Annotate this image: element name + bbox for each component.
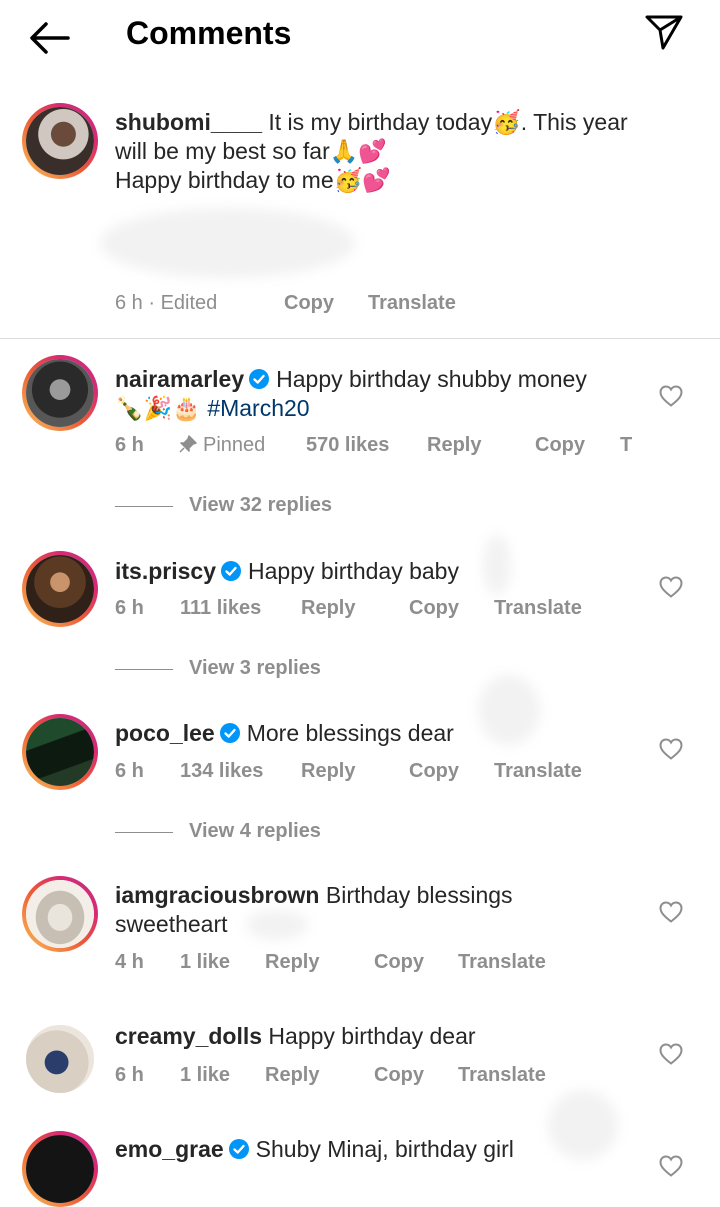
timestamp: 6 h xyxy=(115,1064,144,1086)
likes-count[interactable]: 1 like xyxy=(180,1064,230,1087)
avatar[interactable] xyxy=(22,551,98,627)
timestamp: 4 h xyxy=(115,951,144,973)
avatar[interactable] xyxy=(22,876,98,952)
avatar[interactable] xyxy=(22,103,98,179)
verified-badge-icon xyxy=(249,369,270,389)
copy-button[interactable]: Copy xyxy=(409,760,459,783)
blurred-region xyxy=(548,1090,618,1160)
username[interactable]: poco_lee xyxy=(115,720,215,746)
comment-text: creamy_dolls Happy birthday dear xyxy=(115,1023,476,1049)
translate-button[interactable]: T xyxy=(620,434,632,457)
heart-icon[interactable] xyxy=(659,576,683,598)
likes-count[interactable]: 570 likes xyxy=(306,434,389,457)
timestamp: 6 h · Edited xyxy=(115,292,218,314)
page-title: Comments xyxy=(126,15,292,51)
copy-button[interactable]: Copy xyxy=(284,292,334,315)
reply-button[interactable]: Reply xyxy=(265,1064,319,1087)
back-arrow-icon[interactable] xyxy=(28,20,70,56)
blurred-region xyxy=(483,535,511,595)
comment-text: poco_lee More blessings dear xyxy=(115,720,454,746)
copy-button[interactable]: Copy xyxy=(535,434,585,457)
timestamp: 6 h xyxy=(115,434,144,456)
likes-count[interactable]: 111 likes xyxy=(180,597,261,620)
avatar[interactable] xyxy=(26,1025,94,1093)
reply-button[interactable]: Reply xyxy=(427,434,481,457)
caption-text: shubomi____ It is my birthday today🥳. Th… xyxy=(115,109,628,193)
timestamp: 6 h xyxy=(115,597,144,619)
comment-text: nairamarley Happy birthday shubby money 🍾… xyxy=(115,366,587,421)
verified-badge-icon xyxy=(219,723,240,743)
comment-text: its.priscy Happy birthday baby xyxy=(115,558,459,584)
avatar[interactable] xyxy=(22,355,98,431)
username[interactable]: iamgraciousbrown xyxy=(115,882,319,908)
heart-icon[interactable] xyxy=(659,1043,683,1065)
heart-icon[interactable] xyxy=(659,1155,683,1177)
reply-button[interactable]: Reply xyxy=(265,951,319,974)
timestamp: 6 h xyxy=(115,760,144,782)
username[interactable]: emo_grae xyxy=(115,1136,224,1162)
translate-button[interactable]: Translate xyxy=(458,951,546,974)
translate-button[interactable]: Translate xyxy=(494,597,582,620)
reply-button[interactable]: Reply xyxy=(301,760,355,783)
heart-icon[interactable] xyxy=(659,738,683,760)
send-icon[interactable] xyxy=(644,13,684,53)
divider xyxy=(0,338,720,339)
avatar[interactable] xyxy=(22,1131,98,1207)
username[interactable]: its.priscy xyxy=(115,558,216,584)
username[interactable]: creamy_dolls xyxy=(115,1023,262,1049)
header-bar: Comments xyxy=(0,0,720,72)
copy-button[interactable]: Copy xyxy=(374,1064,424,1087)
heart-icon[interactable] xyxy=(659,385,683,407)
translate-button[interactable]: Translate xyxy=(458,1064,546,1087)
reply-button[interactable]: Reply xyxy=(301,597,355,620)
hashtag-link[interactable]: #March20 xyxy=(207,395,309,421)
translate-button[interactable]: Translate xyxy=(494,760,582,783)
username[interactable]: nairamarley xyxy=(115,366,244,392)
copy-button[interactable]: Copy xyxy=(374,951,424,974)
likes-count[interactable]: 1 like xyxy=(180,951,230,974)
blurred-region xyxy=(246,910,308,940)
avatar[interactable] xyxy=(22,714,98,790)
translate-button[interactable]: Translate xyxy=(368,292,456,315)
copy-button[interactable]: Copy xyxy=(409,597,459,620)
comment-text: iamgraciousbrown Birthday blessings swee… xyxy=(115,882,513,937)
heart-icon[interactable] xyxy=(659,901,683,923)
blurred-region xyxy=(100,208,355,278)
verified-badge-icon xyxy=(228,1139,249,1159)
likes-count[interactable]: 134 likes xyxy=(180,760,263,783)
verified-badge-icon xyxy=(221,561,241,581)
username[interactable]: shubomi____ xyxy=(115,109,262,135)
pinned-label: Pinned xyxy=(179,434,265,457)
pin-icon xyxy=(179,435,197,453)
blurred-region xyxy=(478,675,540,745)
